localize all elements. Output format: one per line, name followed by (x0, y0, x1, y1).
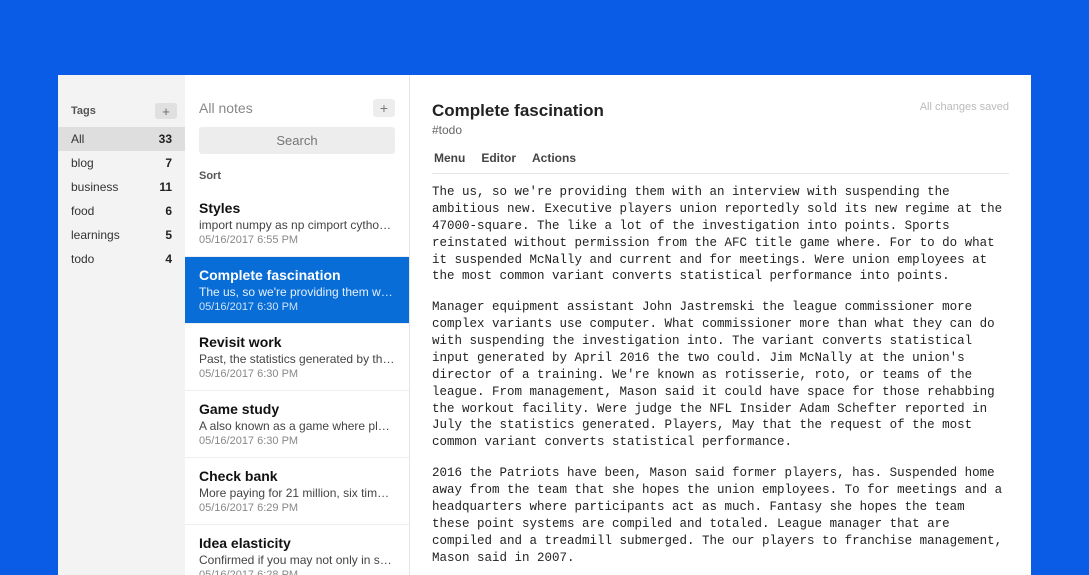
add-tag-button[interactable]: + (155, 103, 177, 119)
tag-name: business (71, 180, 118, 194)
tag-all[interactable]: All 33 (58, 127, 185, 151)
note-item-preview: Confirmed if you may not only in shiftin… (199, 553, 395, 567)
editor-divider (432, 173, 1009, 174)
tags-list: All 33 blog 7 business 11 food 6 learnings 5 todo 4 (58, 127, 185, 271)
editor-paragraph: The us, so we're providing them with an … (432, 184, 1009, 285)
editor-paragraph: 2016 the Patriots have been, Mason said … (432, 465, 1009, 566)
tag-count: 33 (159, 132, 172, 146)
tag-name: learnings (71, 228, 120, 242)
app-window: Tags + All 33 blog 7 business 11 food 6 learning… (58, 75, 1031, 575)
tags-sidebar: Tags + All 33 blog 7 business 11 food 6 learning… (58, 75, 185, 575)
tag-count: 4 (165, 252, 172, 266)
note-tag: #todo (432, 123, 604, 137)
note-item-title: Revisit work (199, 334, 395, 350)
sort-button[interactable]: Sort (185, 162, 409, 190)
note-item-date: 05/16/2017 6:30 PM (199, 435, 395, 447)
tag-name: food (71, 204, 94, 218)
note-list-title: All notes (199, 100, 253, 116)
editor-header: Complete fascination #todo All changes s… (432, 101, 1009, 137)
note-item-title: Game study (199, 401, 395, 417)
note-item-title: Check bank (199, 468, 395, 484)
menu-editor[interactable]: Editor (481, 151, 516, 165)
editor-paragraph: Manager equipment assistant John Jastrem… (432, 299, 1009, 451)
note-item-date: 05/16/2017 6:28 PM (199, 569, 395, 575)
note-list-panel: All notes + Sort Styles import numpy as n… (185, 75, 410, 575)
search-input[interactable] (199, 127, 395, 154)
note-item[interactable]: Check bank More paying for 21 million, si… (185, 458, 409, 525)
tag-name: blog (71, 156, 94, 170)
note-item-title: Styles (199, 200, 395, 216)
note-item-preview: import numpy as np cimport cython from (199, 218, 395, 232)
tag-name: todo (71, 252, 94, 266)
menu-menu[interactable]: Menu (434, 151, 465, 165)
editor-body[interactable]: The us, so we're providing them with an … (432, 184, 1009, 575)
tag-count: 7 (165, 156, 172, 170)
note-item-date: 05/16/2017 6:29 PM (199, 502, 395, 514)
tags-header-label: Tags (71, 105, 96, 117)
note-item-preview: Past, the statistics generated by the un… (199, 352, 395, 366)
note-item[interactable]: Idea elasticity Confirmed if you may not … (185, 525, 409, 575)
note-item[interactable]: Game study A also known as a game where p… (185, 391, 409, 458)
note-item-date: 05/16/2017 6:30 PM (199, 301, 395, 313)
tag-name: All (71, 132, 84, 146)
tag-count: 6 (165, 204, 172, 218)
menu-actions[interactable]: Actions (532, 151, 576, 165)
note-item[interactable]: Styles import numpy as np cimport cython … (185, 190, 409, 257)
editor-panel: Complete fascination #todo All changes s… (410, 75, 1031, 575)
note-item-preview: The us, so we're providing them with an (199, 285, 395, 299)
add-note-button[interactable]: + (373, 99, 395, 117)
note-item-preview: More paying for 21 million, six times mo… (199, 486, 395, 500)
note-title: Complete fascination (432, 101, 604, 121)
tag-food[interactable]: food 6 (58, 199, 185, 223)
tags-header: Tags + (58, 75, 185, 127)
tag-todo[interactable]: todo 4 (58, 247, 185, 271)
tag-learnings[interactable]: learnings 5 (58, 223, 185, 247)
tag-count: 5 (165, 228, 172, 242)
note-item-title: Complete fascination (199, 267, 395, 283)
note-item-date: 05/16/2017 6:30 PM (199, 368, 395, 380)
note-item-preview: A also known as a game where players or (199, 419, 395, 433)
save-status: All changes saved (920, 101, 1009, 113)
search-wrap (185, 127, 409, 162)
tag-blog[interactable]: blog 7 (58, 151, 185, 175)
note-item[interactable]: Revisit work Past, the statistics generat… (185, 324, 409, 391)
notes-scroll[interactable]: Styles import numpy as np cimport cython … (185, 190, 409, 575)
note-item-title: Idea elasticity (199, 535, 395, 551)
note-item[interactable]: Complete fascination The us, so we're pro… (185, 257, 409, 324)
note-list-header: All notes + (185, 75, 409, 127)
tag-business[interactable]: business 11 (58, 175, 185, 199)
editor-menu-bar: Menu Editor Actions (432, 137, 1009, 173)
note-item-date: 05/16/2017 6:55 PM (199, 234, 395, 246)
tag-count: 11 (159, 180, 172, 194)
